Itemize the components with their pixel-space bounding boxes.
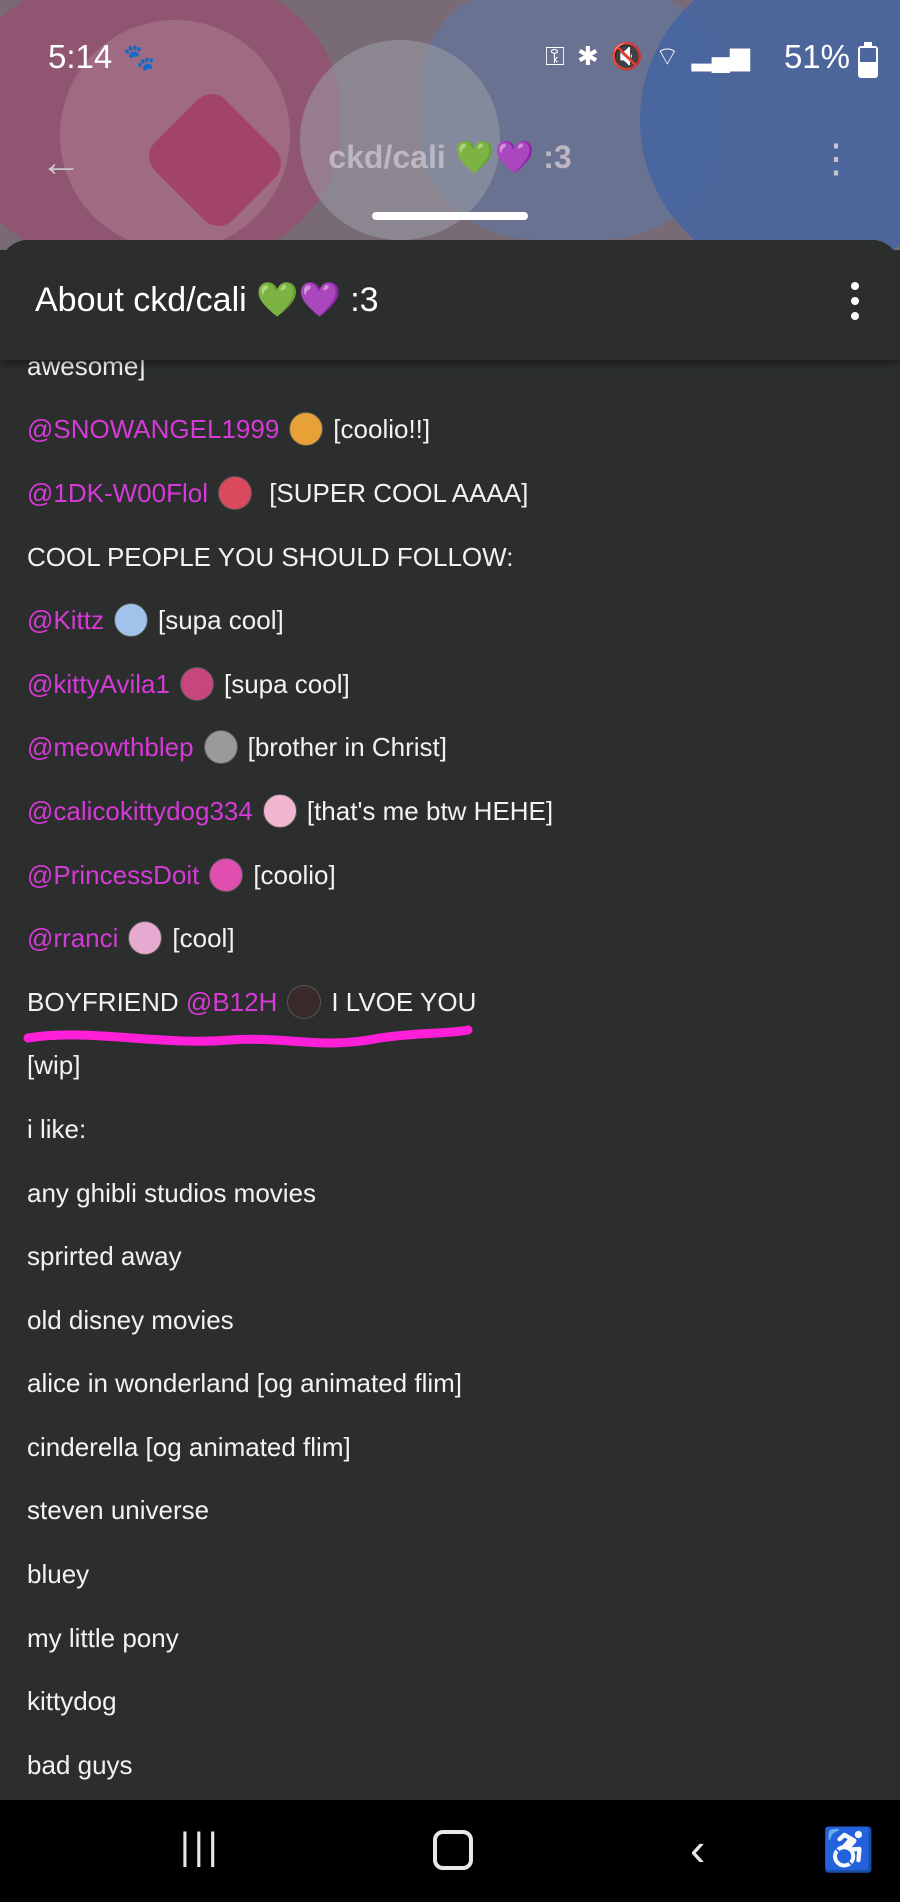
about-text: kittydog	[27, 1686, 117, 1717]
back-icon[interactable]: ‹	[690, 1822, 705, 1876]
recent-apps-icon[interactable]: |||	[180, 1826, 222, 1869]
about-text: steven universe	[27, 1495, 210, 1526]
battery-icon	[858, 42, 878, 78]
bluetooth-icon: ✱	[576, 41, 599, 71]
more-options-icon[interactable]: ⋮	[816, 136, 856, 182]
battery-percent: 51%	[783, 38, 850, 75]
about-text: bad guys	[27, 1749, 133, 1780]
chat-title: ckd/cali 💚💜 :3	[328, 139, 572, 175]
about-line: bad guys	[27, 1733, 877, 1797]
navigation-bar: ||| ‹ ♿	[0, 1800, 900, 1902]
sheet-header: About ckd/cali 💚💜 :3	[0, 240, 900, 360]
paw-icon: 🐾	[123, 42, 156, 72]
about-line: bluey	[27, 1542, 877, 1606]
sheet-title: About ckd/cali 💚💜 :3	[35, 281, 379, 319]
about-line: steven universe	[27, 1479, 877, 1543]
status-bar: 5:14 🐾 ⚿ ✱ 🔇 ⌔ ▂▄▆ 51%	[0, 0, 900, 118]
home-icon[interactable]	[433, 1830, 473, 1870]
about-line: my little pony	[27, 1606, 877, 1670]
key-icon: ⚿	[545, 40, 565, 71]
signal-icon: ▂▄▆	[691, 41, 750, 71]
about-text: my little pony	[27, 1622, 179, 1653]
wifi-icon: ⌔	[655, 41, 680, 71]
sheet-more-icon[interactable]	[850, 282, 860, 320]
magenta-underline-annotation	[23, 1025, 473, 1048]
mute-icon: 🔇	[610, 41, 644, 71]
sheet-drag-handle[interactable]	[372, 212, 528, 220]
about-text: bluey	[27, 1559, 90, 1590]
accessibility-icon[interactable]: ♿	[822, 1826, 874, 1875]
about-sheet: About ckd/cali 💚💜 :3 awesome] @SNOWANGEL1…	[0, 240, 900, 1800]
status-time: 5:14	[48, 38, 113, 75]
app-bar: ← ckd/cali 💚💜 :3 ⋮	[0, 118, 900, 198]
about-line: kittydog	[27, 1669, 877, 1733]
